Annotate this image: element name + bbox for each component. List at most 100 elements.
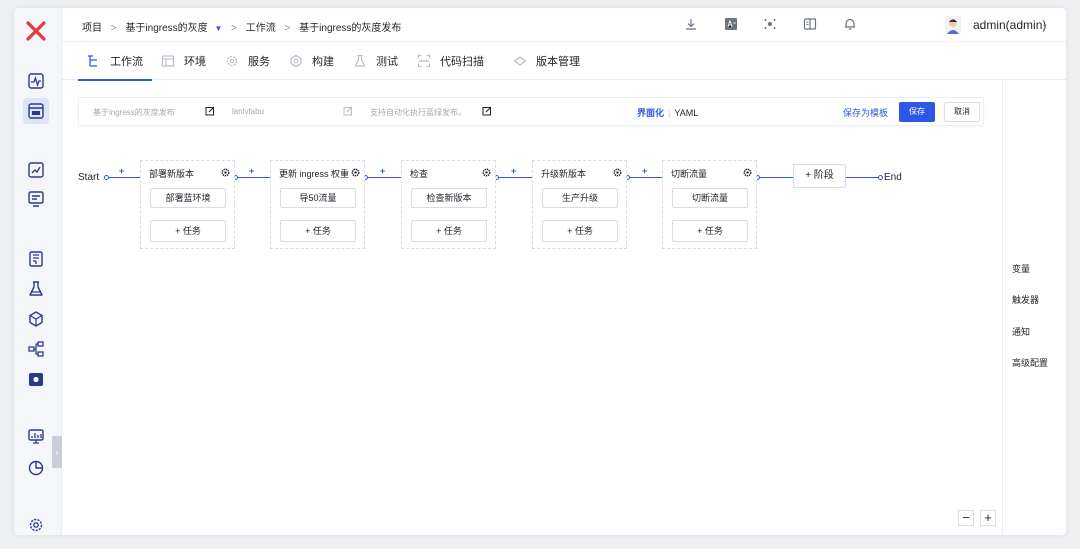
cluster-icon[interactable] [27,340,45,358]
user-menu[interactable]: admin(admin) [945,16,1046,34]
add-task-button[interactable]: + 任务 [411,220,487,242]
triggers-link[interactable]: 触发器 [1012,293,1039,306]
zoom-out-button[interactable]: − [958,510,974,526]
release-icon[interactable] [27,161,45,179]
tab-workflow[interactable]: 工作流 [78,42,152,81]
flow-connector-dot [878,175,883,180]
stage-card: 切断流量 切断流量 + 任务 [662,160,757,249]
save-button[interactable]: 保存 [899,102,935,122]
insert-stage-button[interactable]: + [642,166,647,176]
edit-icon[interactable] [205,106,215,116]
stage-title: 更新 ingress 权重 [279,169,350,179]
add-task-button[interactable]: + 任务 [150,220,226,242]
insert-stage-button[interactable]: + [249,166,254,176]
sidebar: › [14,8,62,535]
bell-icon[interactable] [843,17,859,33]
stage-title: 升级新版本 [541,169,587,179]
tab-label: 版本管理 [536,56,580,68]
tab-build[interactable]: 构建 [289,42,334,80]
insert-stage-button[interactable]: + [119,166,124,176]
editor-mode-switch: 界面化 | YAML [637,106,698,119]
add-stage-button[interactable]: + 阶段 [793,164,846,188]
top-bar: 项目 > 基于ingress的灰度 ▼ > 工作流 > 基于ingress的灰度… [62,8,1066,42]
workflow-name-field[interactable]: 基于ingress的灰度发布 [93,107,175,118]
add-task-button[interactable]: + 任务 [280,220,356,242]
version-icon [513,54,527,68]
job-button[interactable]: 切断流量 [672,188,748,208]
chevron-down-icon[interactable]: ▼ [214,24,222,33]
settings-box-icon[interactable] [27,370,45,388]
tab-code-scan[interactable]: 代码扫描 [417,42,484,80]
translate-icon[interactable] [724,17,740,33]
flow-end-label: End [884,172,902,183]
stage-title: 部署新版本 [149,169,195,179]
pie-chart-icon[interactable] [27,458,45,476]
breadcrumb-workflow[interactable]: 工作流 [246,23,276,34]
tab-environment[interactable]: 环境 [161,42,206,80]
pulse-icon[interactable] [27,72,45,90]
mode-yaml-option[interactable]: YAML [674,108,698,118]
monitor-icon[interactable] [27,428,45,446]
insert-stage-button[interactable]: + [511,166,516,176]
docs-icon[interactable] [803,17,819,33]
plugin-icon[interactable] [763,17,779,33]
gear-icon[interactable] [351,168,360,177]
tab-label: 工作流 [110,56,143,68]
flow-connector-dot [104,175,109,180]
flow-connector [235,177,270,178]
breadcrumb-project-name[interactable]: 基于ingress的灰度 [125,23,207,34]
workflow-icon [87,54,101,68]
flow-connector [365,177,401,178]
delivery-icon[interactable] [27,190,45,208]
workflow-description-field[interactable]: 支持自动化执行蓝绿发布。 [370,107,466,118]
job-button[interactable]: 部署蓝环境 [150,188,226,208]
mode-ui-option[interactable]: 界面化 [637,108,664,118]
artifact-icon[interactable] [27,310,45,328]
project-icon[interactable] [23,98,49,124]
stage-title: 切断流量 [671,169,708,179]
template-icon[interactable] [27,250,45,268]
job-button[interactable]: 检查新版本 [411,188,487,208]
logo-icon[interactable] [25,20,47,42]
gear-icon[interactable] [27,516,45,534]
variables-link[interactable]: 变量 [1012,262,1030,275]
tab-service[interactable]: 服务 [225,42,270,80]
environment-icon [161,54,175,68]
sidebar-collapse-handle[interactable]: › [52,436,62,468]
user-name: admin(admin) [973,18,1047,32]
breadcrumb: 项目 > 基于ingress的灰度 ▼ > 工作流 > 基于ingress的灰度… [82,19,407,34]
add-task-button[interactable]: + 任务 [542,220,618,242]
more-vertical-icon[interactable]: ⋮ [1038,18,1050,32]
flow-connector [846,177,880,178]
job-button[interactable]: 生产升级 [542,188,618,208]
gear-icon[interactable] [613,168,622,177]
gear-icon[interactable] [221,168,230,177]
download-icon[interactable] [684,17,700,33]
cancel-button[interactable]: 取消 [944,102,980,122]
advanced-config-link[interactable]: 高级配置 [1012,356,1048,369]
insert-stage-button[interactable]: + [380,166,385,176]
zoom-in-button[interactable]: + [980,510,996,526]
flow-connector [106,177,140,178]
gear-icon[interactable] [482,168,491,177]
tab-label: 构建 [312,56,334,68]
tab-label: 测试 [376,56,398,68]
edit-icon[interactable] [482,106,492,116]
tab-label: 代码扫描 [440,56,484,68]
gear-icon[interactable] [743,168,752,177]
mode-separator: | [668,108,671,118]
save-as-template-link[interactable]: 保存为模板 [843,106,888,119]
tab-version[interactable]: 版本管理 [513,42,580,80]
test-flask-icon[interactable] [27,280,45,298]
notifications-link[interactable]: 通知 [1012,325,1030,338]
stage-card: 升级新版本 生产升级 + 任务 [532,160,627,249]
job-button[interactable]: 导50流量 [280,188,356,208]
workflow-key-field[interactable]: lanlvfabu [232,107,264,116]
tab-test[interactable]: 测试 [353,42,398,80]
edit-icon[interactable] [343,106,353,116]
breadcrumb-project[interactable]: 项目 [82,23,102,34]
workflow-config-bar: 基于ingress的灰度发布 lanlvfabu 支持自动化执行蓝绿发布。 界面… [78,97,984,126]
build-icon [289,54,303,68]
add-task-button[interactable]: + 任务 [672,220,748,242]
flow-connector [496,177,532,178]
